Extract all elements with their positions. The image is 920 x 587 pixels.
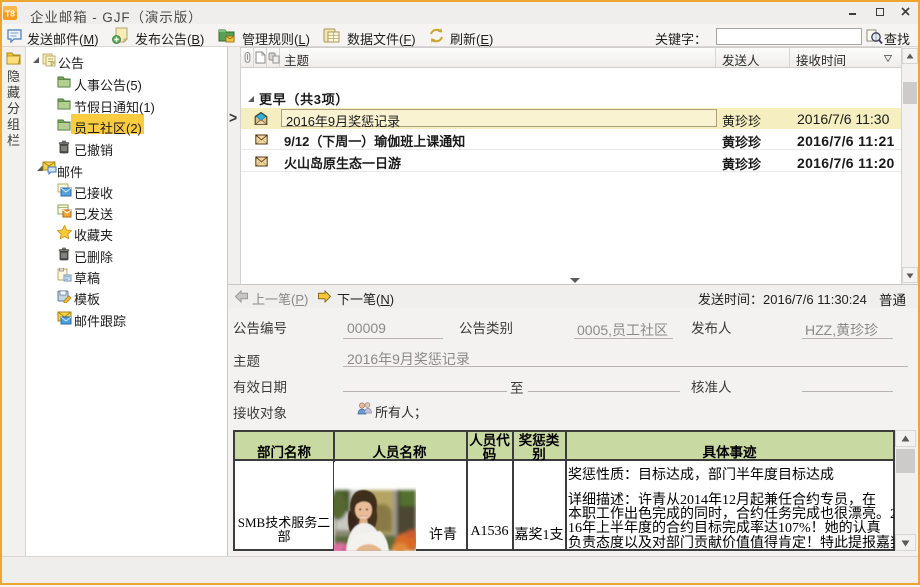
svg-text:T8: T8 <box>5 9 15 19</box>
